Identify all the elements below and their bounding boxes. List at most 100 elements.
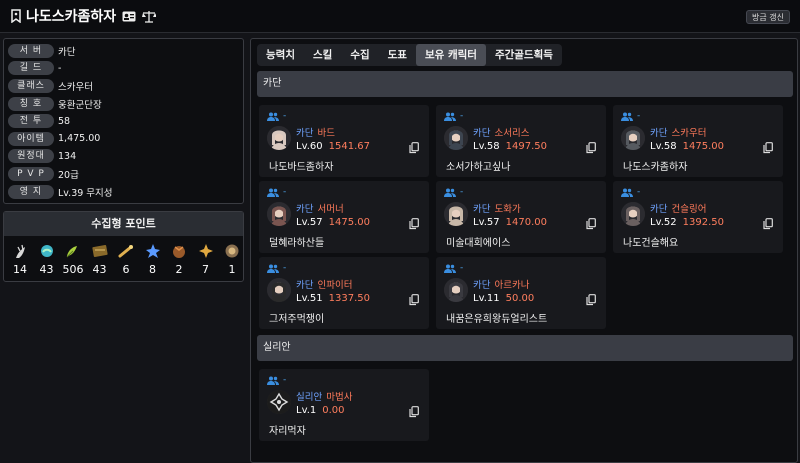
tab-bar: 능력치 스킬 수집 도표 보유 캐릭터 주간골드획득	[257, 44, 562, 66]
collection-item: 43	[36, 242, 58, 276]
users-icon	[444, 188, 456, 197]
collection-value: 43	[39, 263, 54, 276]
info-label: 서 버	[8, 43, 54, 58]
card-server: 카단	[473, 204, 491, 215]
card-item-level: 1541.67	[328, 141, 370, 152]
copy-icon[interactable]	[409, 142, 419, 154]
info-label: 아이템	[8, 131, 54, 146]
avatar	[621, 126, 645, 150]
card-item-level: 1475.00	[328, 217, 370, 228]
collection-item: 7	[195, 242, 217, 276]
users-icon	[444, 112, 456, 121]
tab-3[interactable]: 도표	[379, 44, 416, 66]
refresh-button[interactable]: 방금 갱신	[746, 10, 790, 24]
card-guild-row: -	[444, 111, 463, 121]
card-server: 카단	[296, 128, 314, 139]
card-guild-row: -	[267, 375, 286, 385]
avatar	[267, 202, 291, 226]
card-guild: -	[637, 111, 641, 121]
character-card[interactable]: - 카단 서머너 Lv.57 1475.00 덜혜라하산들	[259, 181, 429, 253]
info-label: 칭 호	[8, 96, 54, 111]
character-card[interactable]: - 카단 바드 Lv.60 1541.67 나도바드좀하자	[259, 105, 429, 177]
card-level-row: Lv.58 1475.00	[650, 141, 724, 152]
copy-icon[interactable]	[586, 294, 596, 306]
card-item-level: 1497.50	[505, 141, 547, 152]
collection-item: 8	[142, 242, 164, 276]
copy-icon[interactable]	[409, 294, 419, 306]
card-guild-row: -	[267, 263, 286, 273]
card-character-name: 나도바드좀하자	[269, 162, 334, 173]
card-character-name: 소서가하고싶나	[446, 162, 511, 173]
collection-item: 14	[9, 242, 31, 276]
copy-icon[interactable]	[586, 142, 596, 154]
info-row: 원정대 134	[8, 148, 239, 166]
tab-0[interactable]: 능력치	[257, 44, 304, 66]
card-class: 스카우터	[671, 128, 707, 139]
character-card[interactable]: - 카단 스카우터 Lv.58 1475.00 나도스카좀하자	[613, 105, 783, 177]
tab-1[interactable]: 스킬	[304, 44, 341, 66]
copy-icon[interactable]	[586, 218, 596, 230]
character-card[interactable]: - 카단 도화가 Lv.57 1470.00 미술대회에이스	[436, 181, 606, 253]
bookmark-icon[interactable]	[10, 9, 22, 23]
card-class: 아르카나	[494, 280, 530, 291]
copy-icon[interactable]	[763, 218, 773, 230]
island-heart-icon	[36, 242, 58, 260]
orpheus-star-icon	[89, 242, 111, 260]
copy-icon[interactable]	[409, 218, 419, 230]
character-card[interactable]: - 카단 인파이터 Lv.51 1337.50 그저주먹쟁이	[259, 257, 429, 329]
sea-bounty-icon	[195, 242, 217, 260]
server-group-header: 카단	[257, 71, 793, 97]
tab-4[interactable]: 보유 캐릭터	[415, 44, 486, 66]
card-guild-row: -	[444, 187, 463, 197]
card-guild-row: -	[444, 263, 463, 273]
info-label: 영 지	[8, 184, 54, 199]
users-icon	[267, 188, 279, 197]
card-guild: -	[460, 263, 464, 273]
info-label: 길 드	[8, 61, 54, 76]
card-level: Lv.57	[473, 217, 500, 228]
info-value: 웅환군단장	[58, 99, 102, 111]
character-card[interactable]: - 카단 소서리스 Lv.58 1497.50 소서가하고싶나	[436, 105, 606, 177]
card-guild: -	[283, 375, 287, 385]
tab-5[interactable]: 주간골드획득	[486, 44, 562, 66]
card-level-row: Lv.1 0.00	[296, 405, 345, 416]
collection-item: 2	[168, 242, 190, 276]
card-level: Lv.57	[296, 217, 323, 228]
copy-icon[interactable]	[409, 406, 419, 418]
users-icon	[267, 264, 279, 273]
card-item-level: 1475.00	[682, 141, 724, 152]
card-item-level: 50.00	[505, 293, 535, 304]
top-bar: 나도스카좀하자 방금 갱신	[0, 0, 800, 33]
info-row: 클래스 스카우터	[8, 77, 239, 95]
card-guild: -	[637, 187, 641, 197]
collection-value: 506	[62, 263, 84, 276]
card-guild: -	[460, 111, 464, 121]
card-level-row: Lv.57 1470.00	[473, 217, 547, 228]
character-card[interactable]: - 카단 아르카나 Lv.11 50.00 내꿈은유희왕듀얼리스트	[436, 257, 606, 329]
card-level: Lv.60	[296, 141, 323, 152]
avatar	[621, 202, 645, 226]
card-guild: -	[283, 187, 287, 197]
card-class: 건슬링어	[671, 204, 707, 215]
card-guild: -	[460, 187, 464, 197]
card-class: 도화가	[494, 204, 521, 215]
users-icon	[621, 188, 633, 197]
card-server: 카단	[296, 280, 314, 291]
card-level-row: Lv.60 1541.67	[296, 141, 370, 152]
mokoko-seed-icon	[9, 242, 31, 260]
collection-item: 506	[62, 242, 84, 276]
balance-scale-icon[interactable]	[142, 9, 157, 23]
info-row: 영 지 Lv.39 무지성	[8, 183, 239, 201]
character-card[interactable]: - 실리안 마법사 Lv.1 0.00 자리먹자	[259, 369, 429, 441]
card-server: 카단	[473, 128, 491, 139]
character-card[interactable]: - 카단 건슬링어 Lv.52 1392.50 나도건슬해요	[613, 181, 783, 253]
card-item-level: 1470.00	[505, 217, 547, 228]
card-server: 실리안	[296, 392, 323, 403]
card-level-row: Lv.52 1392.50	[650, 217, 724, 228]
card-class: 소서리스	[494, 128, 530, 139]
profile-card-icon[interactable]	[122, 9, 136, 23]
avatar	[267, 278, 291, 302]
tab-2[interactable]: 수집	[341, 44, 378, 66]
info-label: 클래스	[8, 78, 54, 93]
copy-icon[interactable]	[763, 142, 773, 154]
